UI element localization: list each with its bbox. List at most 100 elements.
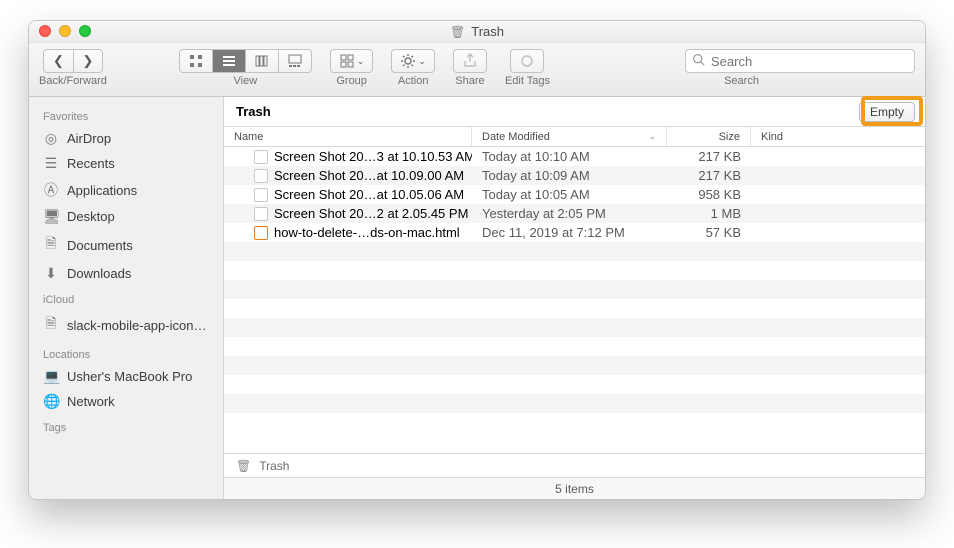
image-file-icon bbox=[254, 150, 268, 164]
empty-row bbox=[224, 375, 925, 394]
table-row[interactable]: Screen Shot 20…at 10.09.00 AM Today at 10… bbox=[224, 166, 925, 185]
file-size: 958 KB bbox=[667, 187, 751, 202]
view-gallery-button[interactable] bbox=[278, 49, 312, 73]
columns-icon bbox=[254, 53, 270, 69]
empty-row bbox=[224, 337, 925, 356]
sidebar-item-network[interactable]: 🌐 Network bbox=[29, 389, 223, 414]
sidebar-item-label: Recents bbox=[67, 156, 115, 171]
search-input[interactable] bbox=[711, 54, 891, 69]
chevron-down-icon: ⌄ bbox=[357, 56, 365, 67]
back-button[interactable]: ❮ bbox=[43, 49, 73, 73]
sidebar-section-tags: Tags bbox=[29, 414, 223, 437]
trash-icon: 🗑 bbox=[236, 459, 251, 473]
sidebar-item-computer[interactable]: 💻Usher's MacBook Pro bbox=[29, 364, 223, 389]
file-name: Screen Shot 20…at 10.09.00 AM bbox=[274, 168, 464, 183]
column-name[interactable]: Name bbox=[224, 127, 472, 146]
empty-row bbox=[224, 318, 925, 337]
location-title: Trash bbox=[236, 104, 271, 119]
table-row[interactable]: Screen Shot 20…at 10.05.06 AMToday at 10… bbox=[224, 185, 925, 204]
view-column-button[interactable] bbox=[245, 49, 278, 73]
file-size: 217 KB bbox=[667, 168, 751, 183]
airdrop-icon: ◎ bbox=[43, 130, 59, 147]
table-row[interactable]: how-to-delete-…ds-on-mac.htmlDec 11, 201… bbox=[224, 223, 925, 242]
sidebar-item-label: Network bbox=[67, 394, 115, 409]
share-icon bbox=[462, 53, 478, 69]
chevron-down-icon: ⌄ bbox=[418, 56, 426, 67]
edit-tags-button[interactable] bbox=[510, 49, 544, 73]
recents-icon: ☰ bbox=[43, 155, 59, 172]
sidebar-item-label: slack-mobile-app-icon… bbox=[67, 318, 206, 333]
applications-icon: Ⓐ bbox=[43, 180, 59, 200]
documents-icon: 🗎 bbox=[43, 233, 59, 257]
sidebar-item-recents[interactable]: ☰ Recents bbox=[29, 151, 223, 176]
path-location: Trash bbox=[259, 459, 289, 473]
sidebar-item-airdrop[interactable]: ◎ AirDrop bbox=[29, 126, 223, 151]
group-button[interactable]: ⌄ bbox=[330, 49, 374, 73]
content: Trash Empty Name Date Modified⌄ Size Kin… bbox=[224, 97, 925, 499]
status-text: 5 items bbox=[555, 482, 594, 496]
sidebar-item-applications[interactable]: Ⓐ Applications bbox=[29, 176, 223, 204]
file-name: Screen Shot 20…3 at 10.10.53 AM bbox=[274, 149, 472, 164]
trash-icon: 🗑 bbox=[450, 25, 465, 39]
empty-row bbox=[224, 280, 925, 299]
file-list: Screen Shot 20…3 at 10.10.53 AMToday at … bbox=[224, 147, 925, 453]
close-window-button[interactable] bbox=[39, 25, 51, 37]
column-size[interactable]: Size bbox=[667, 127, 751, 146]
sidebar-item-downloads[interactable]: ⬇ Downloads bbox=[29, 261, 223, 286]
group-label: Group bbox=[336, 75, 367, 87]
sidebar-item-documents[interactable]: 🗎Documents bbox=[29, 229, 223, 261]
file-name: how-to-delete-…ds-on-mac.html bbox=[274, 225, 460, 240]
view-icon-button[interactable] bbox=[179, 49, 212, 73]
location-header: Trash Empty bbox=[224, 97, 925, 127]
empty-row bbox=[224, 356, 925, 375]
share-label: Share bbox=[455, 75, 484, 87]
file-size: 1 MB bbox=[667, 206, 751, 221]
search-icon bbox=[692, 53, 705, 69]
file-name: Screen Shot 20…at 10.05.06 AM bbox=[274, 187, 464, 202]
sidebar-item-label: Applications bbox=[67, 183, 137, 198]
minimize-window-button[interactable] bbox=[59, 25, 71, 37]
file-date: Yesterday at 2:05 PM bbox=[472, 206, 667, 221]
empty-trash-button[interactable]: Empty bbox=[859, 102, 915, 122]
network-icon: 🌐 bbox=[43, 393, 59, 410]
image-file-icon bbox=[254, 188, 268, 202]
view-list-button[interactable] bbox=[212, 49, 245, 73]
forward-button[interactable]: ❯ bbox=[73, 49, 103, 73]
tag-icon bbox=[519, 53, 535, 69]
share-button[interactable] bbox=[453, 49, 487, 73]
sidebar-section-icloud: iCloud bbox=[29, 286, 223, 309]
back-forward-label: Back/Forward bbox=[39, 75, 107, 87]
window-title: Trash bbox=[471, 24, 504, 39]
column-kind[interactable]: Kind bbox=[751, 127, 925, 146]
downloads-icon: ⬇ bbox=[43, 265, 59, 282]
sidebar-item-label: AirDrop bbox=[67, 131, 111, 146]
desktop-icon: 🖥 bbox=[43, 208, 59, 225]
status-bar: 5 items bbox=[224, 477, 925, 499]
list-icon bbox=[221, 53, 237, 69]
sidebar-section-favorites: Favorites bbox=[29, 103, 223, 126]
empty-row bbox=[224, 299, 925, 318]
sidebar: Favorites ◎ AirDrop ☰ Recents Ⓐ Application… bbox=[29, 97, 224, 499]
sidebar-item-label: Downloads bbox=[67, 266, 131, 281]
column-headers: Name Date Modified⌄ Size Kind bbox=[224, 127, 925, 147]
edit-tags-label: Edit Tags bbox=[505, 75, 550, 87]
file-size: 217 KB bbox=[667, 149, 751, 164]
sidebar-item-desktop[interactable]: 🖥 Desktop bbox=[29, 204, 223, 229]
column-date-modified[interactable]: Date Modified⌄ bbox=[472, 127, 667, 146]
table-row[interactable]: Screen Shot 20…2 at 2.05.45 PM Yesterday … bbox=[224, 204, 925, 223]
sidebar-item-label: Desktop bbox=[67, 209, 115, 224]
sidebar-item-label: Usher's MacBook Pro bbox=[67, 369, 192, 384]
action-label: Action bbox=[398, 75, 429, 87]
html-file-icon bbox=[254, 226, 268, 240]
file-name: Screen Shot 20…2 at 2.05.45 PM bbox=[274, 206, 468, 221]
empty-row bbox=[224, 261, 925, 280]
file-date: Today at 10:10 AM bbox=[472, 149, 667, 164]
zoom-window-button[interactable] bbox=[79, 25, 91, 37]
document-icon: 🗎 bbox=[43, 313, 59, 337]
search-field-wrap[interactable] bbox=[685, 49, 915, 73]
view-label: View bbox=[234, 75, 258, 87]
action-button[interactable]: ⌄ bbox=[391, 49, 435, 73]
table-row[interactable]: Screen Shot 20…3 at 10.10.53 AMToday at … bbox=[224, 147, 925, 166]
file-date: Today at 10:09 AM bbox=[472, 168, 667, 183]
sidebar-item-icloud-file[interactable]: 🗎 slack-mobile-app-icon… bbox=[29, 309, 223, 341]
